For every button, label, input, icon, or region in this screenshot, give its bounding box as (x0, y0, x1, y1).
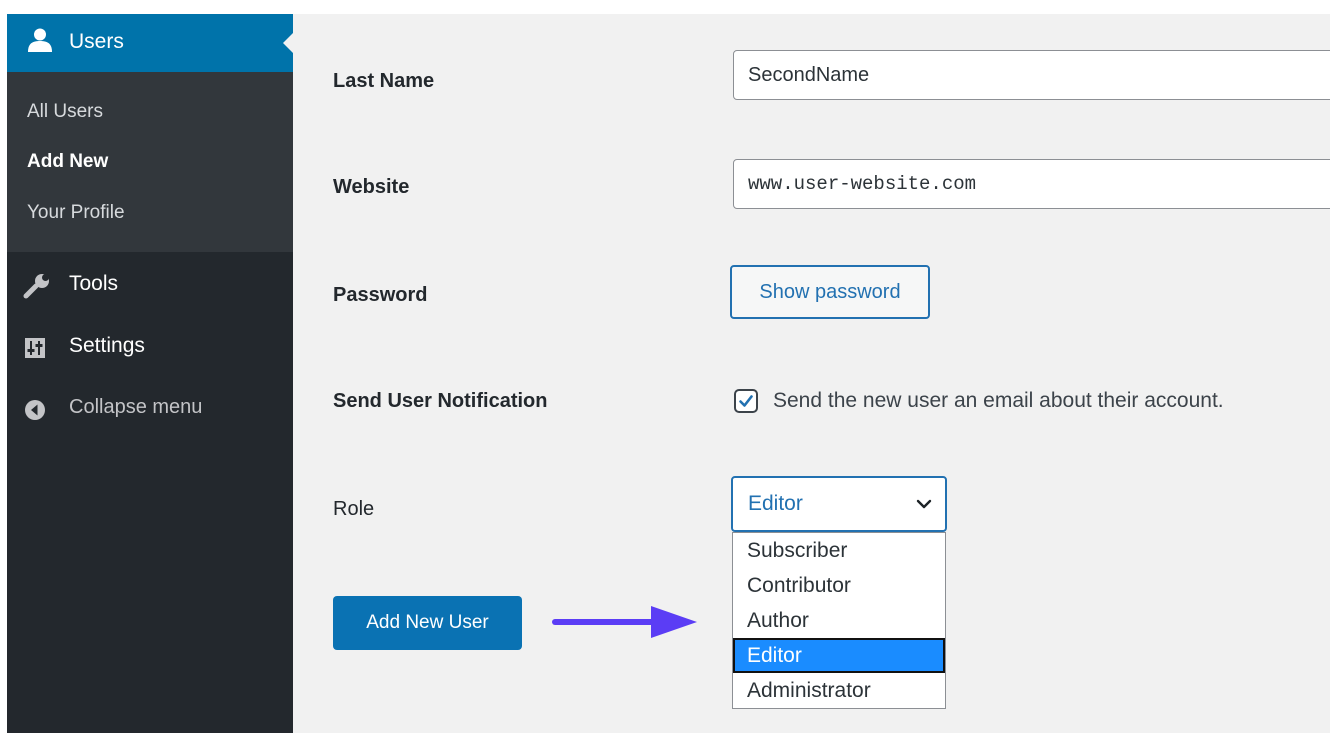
notification-text: Send the new user an email about their a… (773, 389, 1224, 412)
role-option-editor[interactable]: Editor (733, 638, 945, 673)
sidebar-item-users[interactable]: Users (7, 14, 293, 72)
role-select[interactable]: Editor (731, 476, 947, 532)
annotation-arrow-icon (551, 602, 701, 647)
admin-sidebar: Users All Users Add New Your Profile Too… (7, 14, 293, 733)
role-dropdown: Subscriber Contributor Author Editor Adm… (732, 532, 946, 709)
collapse-menu-button[interactable]: Collapse menu (7, 389, 293, 429)
last-name-field[interactable]: SecondName (733, 50, 1330, 100)
collapse-icon (23, 397, 49, 428)
notification-checkbox[interactable] (734, 389, 758, 413)
users-submenu: All Users Add New Your Profile (7, 72, 293, 252)
settings-icon (23, 335, 49, 366)
user-icon (27, 27, 53, 58)
add-user-form: Last Name SecondName Website www.user-we… (293, 14, 1330, 733)
check-icon (739, 395, 753, 407)
role-label: Role (333, 498, 375, 520)
sidebar-item-settings[interactable]: Settings (7, 327, 293, 367)
password-label: Password (333, 284, 428, 306)
sidebar-item-label: Users (69, 30, 124, 53)
sidebar-item-label: Collapse menu (69, 396, 203, 418)
submenu-item-your-profile[interactable]: Your Profile (27, 202, 125, 224)
show-password-button[interactable]: Show password (730, 265, 930, 319)
notification-label: Send User Notification (333, 390, 548, 412)
wrench-icon (23, 273, 51, 304)
website-field[interactable]: www.user-website.com (733, 159, 1330, 209)
last-name-label: Last Name (333, 70, 435, 92)
sidebar-item-label: Settings (69, 334, 145, 357)
role-option-subscriber[interactable]: Subscriber (733, 533, 945, 568)
submenu-item-add-new[interactable]: Add New (27, 151, 108, 173)
role-option-administrator[interactable]: Administrator (733, 673, 945, 708)
role-option-author[interactable]: Author (733, 603, 945, 638)
sidebar-item-label: Tools (69, 272, 119, 295)
submenu-item-all-users[interactable]: All Users (27, 101, 103, 123)
website-label: Website (333, 176, 410, 198)
role-option-contributor[interactable]: Contributor (733, 568, 945, 603)
add-new-user-button[interactable]: Add New User (333, 596, 522, 650)
chevron-down-icon (916, 497, 932, 515)
role-selected-value: Editor (748, 492, 803, 515)
sidebar-item-tools[interactable]: Tools (7, 265, 293, 305)
current-menu-arrow (283, 33, 293, 53)
